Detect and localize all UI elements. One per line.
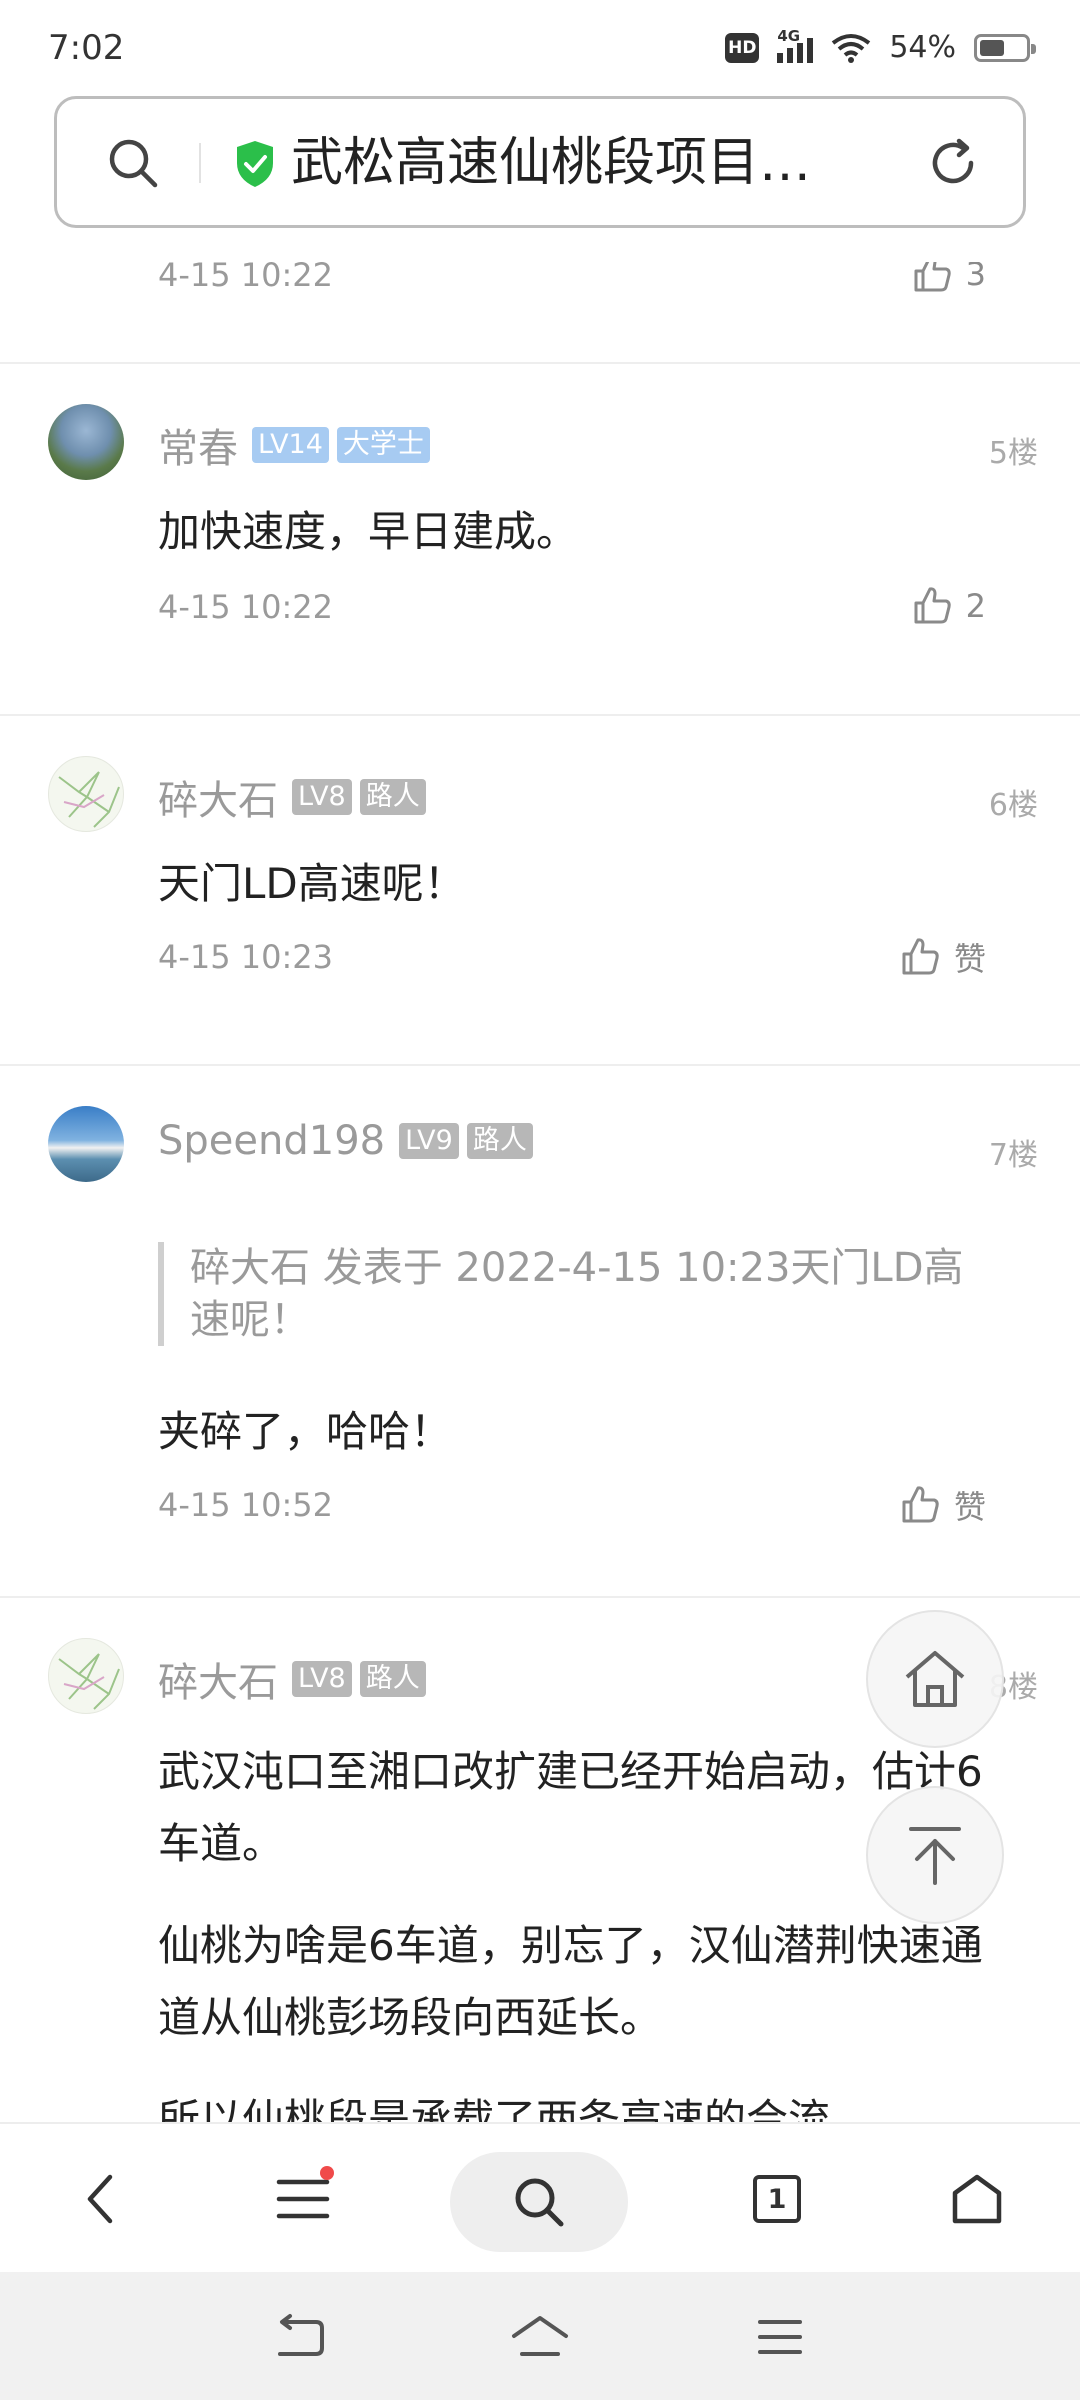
avatar[interactable] [48, 1106, 124, 1182]
floor-number: 5楼 [988, 436, 1038, 471]
status-icons: HD 4G 54% [725, 27, 1036, 65]
status-time: 7:02 [48, 28, 125, 68]
user-info: 碎大石 LV8 路人 [158, 1650, 426, 1708]
rank-badge: 大学士 [336, 427, 430, 463]
network-type: 4G [777, 26, 801, 45]
avatar[interactable] [48, 1638, 124, 1714]
home-icon [952, 2174, 1002, 2224]
menu-icon [758, 2320, 802, 2354]
back-to-top-button[interactable] [866, 1786, 1004, 1924]
comment-time: 4-15 10:22 [158, 262, 334, 294]
comment-item: 碎大石 LV8 路人 6楼 天门LD高速呢！ 4-15 10:23 赞 [0, 714, 1080, 1064]
like-button[interactable]: 3 [910, 262, 986, 296]
system-back-button[interactable] [265, 2302, 335, 2372]
comment-time: 4-15 10:52 [158, 1486, 334, 1524]
like-button[interactable]: 赞 [898, 1482, 986, 1528]
page-title[interactable]: 武松高速仙桃段项目… [291, 129, 851, 197]
browser-toolbar: 1 [0, 2122, 1080, 2272]
username[interactable]: 常春 [158, 416, 238, 474]
like-label: 赞 [953, 940, 986, 978]
level-badge: LV9 [399, 1123, 459, 1159]
comment-item: Speend198 LV9 路人 7楼 碎大石 发表于 2022-4-15 10… [0, 1064, 1080, 1596]
home-float-button[interactable] [866, 1610, 1004, 1748]
thumbs-up-icon [902, 938, 939, 975]
comment-paragraph: 仙桃为啥是6车道，别忘了，汉仙潜荆快速通道从仙桃彭场段向西延长。 [158, 1921, 983, 2042]
home-icon [512, 2316, 568, 2356]
comment-content: 夹碎了，哈哈！ [158, 1407, 453, 1456]
reload-icon[interactable] [923, 133, 983, 193]
username[interactable]: 碎大石 [158, 1650, 278, 1708]
home-button[interactable] [932, 2154, 1022, 2244]
rank-badge: 路人 [359, 1661, 426, 1697]
level-badge: LV8 [292, 779, 352, 815]
avatar[interactable] [48, 404, 124, 480]
avatar[interactable] [48, 756, 124, 832]
comment-item: 4-15 10:22 3 [0, 262, 1080, 356]
security-shield-icon [237, 141, 273, 187]
return-icon [278, 2314, 324, 2356]
home-icon [905, 1651, 965, 1707]
battery-icon [974, 33, 1036, 62]
map-avatar-icon [58, 771, 120, 828]
like-count: 2 [965, 587, 986, 625]
comment-item: 常春 LV14 大学士 5楼 加快速度，早日建成。 4-15 10:22 2 [0, 362, 1080, 714]
system-recents-button[interactable] [745, 2302, 815, 2372]
tabs-button[interactable]: 1 [732, 2154, 822, 2244]
menu-icon [276, 2179, 330, 2219]
signal-icon: 4G [777, 27, 814, 63]
comment-content: 加快速度，早日建成。 [158, 507, 579, 556]
thumbs-up-icon [914, 587, 951, 624]
notification-dot [320, 2166, 334, 2180]
back-button[interactable] [56, 2154, 146, 2244]
map-avatar-icon [58, 1653, 120, 1710]
thumbs-up-icon [914, 262, 951, 292]
system-home-button[interactable] [505, 2302, 575, 2372]
user-info: 常春 LV14 大学士 [158, 416, 430, 474]
like-button[interactable]: 赞 [898, 934, 986, 980]
rank-badge: 路人 [466, 1123, 533, 1159]
user-info: 碎大石 LV8 路人 [158, 768, 426, 826]
like-count: 3 [965, 262, 986, 293]
status-bar: 7:02 HD 4G 54% [0, 0, 1080, 96]
search-button[interactable] [450, 2152, 628, 2252]
address-bar[interactable]: 武松高速仙桃段项目… [54, 96, 1026, 228]
comment-time: 4-15 10:23 [158, 938, 334, 976]
username[interactable]: 碎大石 [158, 768, 278, 826]
like-label: 赞 [953, 1488, 986, 1526]
comment-paragraph: 所以仙桃段是承载了两条高速的合流 [158, 2095, 831, 2122]
arrow-up-icon [909, 1827, 961, 1885]
address-divider [199, 143, 201, 183]
level-badge: LV8 [292, 1661, 352, 1697]
floor-number: 7楼 [988, 1138, 1038, 1173]
comment-time: 4-15 10:22 [158, 588, 334, 626]
username[interactable]: Speend198 [158, 1118, 385, 1164]
rank-badge: 路人 [359, 779, 426, 815]
chevron-left-icon [87, 2174, 113, 2224]
system-navigation-bar [0, 2272, 1080, 2400]
thumbs-up-icon [902, 1486, 939, 1523]
comment-content: 天门LD高速呢！ [158, 859, 466, 908]
wifi-icon [832, 33, 871, 63]
user-info: Speend198 LV9 路人 [158, 1118, 533, 1164]
tab-count: 1 [753, 2175, 801, 2223]
search-icon [515, 2178, 564, 2227]
battery-percent: 54% [889, 30, 956, 65]
like-button[interactable]: 2 [910, 584, 986, 628]
quoted-reply[interactable]: 碎大石 发表于 2022-4-15 10:23天门LD高速呢！ [158, 1242, 998, 1346]
level-badge: LV14 [252, 427, 329, 463]
search-icon[interactable] [105, 135, 161, 191]
hd-icon: HD [725, 32, 760, 63]
menu-button[interactable] [258, 2154, 348, 2244]
floor-number: 6楼 [988, 788, 1038, 823]
